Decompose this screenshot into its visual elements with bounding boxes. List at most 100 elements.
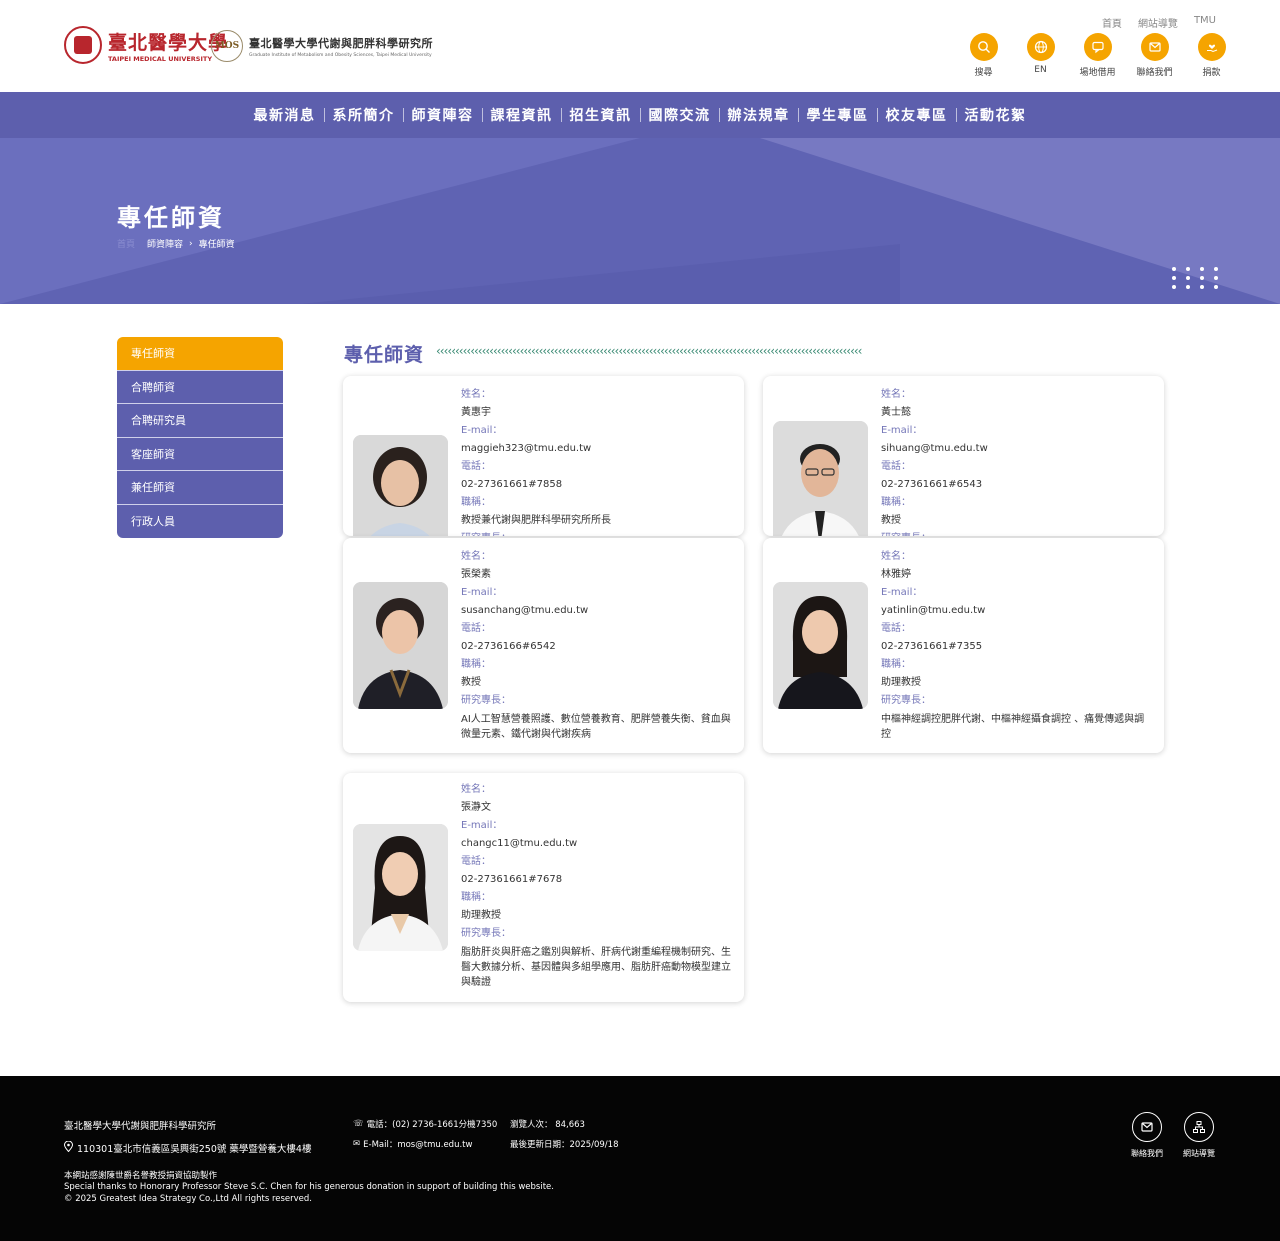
faculty-expertise: AI人工智慧營養照護、數位營養教育、肥胖營養失衡、貧血與微量元素、鐵代謝與代謝疾… bbox=[461, 714, 731, 740]
quick-venue-button[interactable]: 場地借用 bbox=[1069, 33, 1126, 78]
faculty-name: 張瀞文 bbox=[461, 802, 491, 813]
faculty-expertise: 中樞神經調控肥胖代謝、中樞神經攝食調控 、痛覺傳遞與調控 bbox=[881, 714, 1145, 740]
quick-contact-label: 聯絡我們 bbox=[1136, 68, 1173, 78]
tmu-logo[interactable]: 臺北醫學大學 TAIPEI MEDICAL UNIVERSITY bbox=[64, 26, 228, 64]
name-label: 姓名： bbox=[461, 784, 491, 795]
envelope-icon: ✉ bbox=[353, 1139, 361, 1149]
nav-item-international[interactable]: 國際交流 bbox=[641, 105, 719, 125]
faculty-email[interactable]: changc11@tmu.edu.tw bbox=[461, 835, 733, 853]
email-label: E-mail： bbox=[881, 587, 923, 598]
footer-address-row: 110301臺北市信義區吳興街250號 藥學暨營養大樓4樓 bbox=[63, 1140, 311, 1155]
faculty-phone: 02-2736166#6542 bbox=[461, 641, 556, 652]
page-banner: 專任師資 首頁 師資陣容 › 專任師資 bbox=[0, 138, 1280, 304]
faculty-card[interactable]: 姓名： 林雅婷 E-mail： yatinlin@tmu.edu.tw 電話： … bbox=[763, 538, 1164, 753]
faculty-name: 黃士懿 bbox=[881, 407, 911, 418]
top-links: 首頁 網站導覽 TMU bbox=[1102, 15, 1216, 30]
quick-links: 搜尋 EN 場地借用 聯絡我們 捐款 bbox=[955, 33, 1240, 78]
nav-item-courses[interactable]: 課程資訊 bbox=[483, 105, 561, 125]
sidebar-item-adjunct[interactable]: 兼任師資 bbox=[117, 471, 283, 505]
sidebar-item-visiting[interactable]: 客座師資 bbox=[117, 437, 283, 471]
faculty-title: 教授 bbox=[881, 515, 901, 526]
chevron-divider-icon: ‹‹‹‹‹‹‹‹‹‹‹‹‹‹‹‹‹‹‹‹‹‹‹‹‹‹‹‹‹‹‹‹‹‹‹‹‹‹‹‹… bbox=[436, 344, 862, 358]
faculty-photo bbox=[353, 582, 448, 709]
footer-updated: 最後更新日期：2025/09/18 bbox=[510, 1140, 619, 1150]
expertise-label: 研究專長： bbox=[881, 695, 931, 706]
faculty-card[interactable]: 姓名： 黃惠宇 E-mail： maggieh323@tmu.edu.tw 電話… bbox=[343, 376, 744, 536]
institute-name-cn: 臺北醫學大學代謝與肥胖科學研究所 bbox=[249, 36, 433, 50]
quick-donate-button[interactable]: 捐款 bbox=[1183, 33, 1240, 78]
toplink-home[interactable]: 首頁 bbox=[1102, 15, 1122, 30]
faculty-title: 教授 bbox=[461, 677, 481, 688]
expertise-label: 研究專長： bbox=[461, 928, 511, 939]
nav-item-alumni[interactable]: 校友專區 bbox=[878, 105, 956, 125]
expertise-label: 研究專長： bbox=[461, 695, 511, 706]
quick-search-button[interactable]: 搜尋 bbox=[955, 33, 1012, 78]
chevron-right-icon: › bbox=[189, 238, 193, 249]
faculty-phone: 02-27361661#7858 bbox=[461, 479, 563, 490]
institute-logo[interactable]: MOS 臺北醫學大學代謝與肥胖科學研究所 Graduate Institute … bbox=[211, 30, 433, 62]
footer-email[interactable]: E-Mail：mos@tmu.edu.tw bbox=[363, 1138, 472, 1150]
quick-en-button[interactable]: EN bbox=[1012, 33, 1069, 78]
faculty-name: 黃惠宇 bbox=[461, 407, 491, 418]
mail-icon bbox=[1132, 1112, 1162, 1142]
breadcrumb-home[interactable]: 首頁 bbox=[117, 237, 135, 250]
name-label: 姓名： bbox=[461, 551, 491, 562]
sidebar-item-admin[interactable]: 行政人員 bbox=[117, 504, 283, 538]
nav-item-admissions[interactable]: 招生資訊 bbox=[562, 105, 640, 125]
nav-item-regulations[interactable]: 辦法規章 bbox=[720, 105, 798, 125]
footer-sitemap-button[interactable]: 網站導覽 bbox=[1183, 1112, 1215, 1159]
footer-copyright: © 2025 Greatest Idea Strategy Co.,Ltd Al… bbox=[64, 1194, 313, 1204]
nav-item-about[interactable]: 系所簡介 bbox=[325, 105, 403, 125]
quick-search-label: 搜尋 bbox=[974, 68, 993, 78]
breadcrumb-faculty[interactable]: 師資陣容 bbox=[147, 237, 183, 250]
faculty-phone: 02-27361661#7355 bbox=[881, 641, 983, 652]
phone-label: 電話： bbox=[461, 461, 491, 472]
faculty-email[interactable]: maggieh323@tmu.edu.tw bbox=[461, 440, 733, 458]
toplink-sitemap[interactable]: 網站導覽 bbox=[1138, 15, 1178, 30]
faculty-name: 林雅婷 bbox=[881, 569, 911, 580]
faculty-card[interactable]: 姓名： 張瀞文 E-mail： changc11@tmu.edu.tw 電話： … bbox=[343, 773, 744, 1002]
footer-contact-button[interactable]: 聯絡我們 bbox=[1131, 1112, 1163, 1159]
faculty-card[interactable]: 姓名： 張榮素 E-mail： susanchang@tmu.edu.tw 電話… bbox=[343, 538, 744, 753]
name-label: 姓名： bbox=[461, 389, 491, 400]
faculty-photo bbox=[773, 582, 868, 709]
phone-label: 電話： bbox=[461, 623, 491, 634]
title-label: 職稱： bbox=[461, 497, 491, 508]
section-title: 專任師資 bbox=[344, 344, 425, 366]
footer-sitemap-label: 網站導覽 bbox=[1183, 1149, 1215, 1158]
nav-item-events[interactable]: 活動花絮 bbox=[957, 105, 1035, 125]
faculty-email[interactable]: susanchang@tmu.edu.tw bbox=[461, 602, 733, 620]
email-label: E-mail： bbox=[461, 587, 503, 598]
nav-item-news[interactable]: 最新消息 bbox=[246, 105, 324, 125]
faculty-phone: 02-27361661#7678 bbox=[461, 874, 563, 885]
faculty-email[interactable]: yatinlin@tmu.edu.tw bbox=[881, 602, 1153, 620]
sidebar-item-joint-researcher[interactable]: 合聘研究員 bbox=[117, 404, 283, 438]
name-label: 姓名： bbox=[881, 551, 911, 562]
email-label: E-mail： bbox=[461, 820, 503, 831]
faculty-phone: 02-27361661#6543 bbox=[881, 479, 983, 490]
quick-contact-button[interactable]: 聯絡我們 bbox=[1126, 33, 1183, 78]
footer-credit-cn: 本網站感謝陳世爵名譽教授捐資協助製作 bbox=[64, 1171, 218, 1181]
title-label: 職稱： bbox=[461, 892, 491, 903]
location-pin-icon bbox=[63, 1140, 74, 1155]
faculty-title: 助理教授 bbox=[461, 910, 501, 921]
site-footer: 臺北醫學大學代謝與肥胖科學研究所 110301臺北市信義區吳興街250號 藥學暨… bbox=[0, 1076, 1280, 1241]
faculty-name: 張榮素 bbox=[461, 569, 491, 580]
nav-item-faculty[interactable]: 師資陣容 bbox=[404, 105, 482, 125]
tmu-name-cn: 臺北醫學大學 bbox=[108, 31, 229, 54]
quick-venue-label: 場地借用 bbox=[1079, 68, 1116, 78]
nav-item-students[interactable]: 學生專區 bbox=[799, 105, 877, 125]
tmu-name-en: TAIPEI MEDICAL UNIVERSITY bbox=[108, 54, 213, 63]
tmu-seal-icon bbox=[64, 26, 102, 64]
faculty-card[interactable]: 姓名： 黃士懿 E-mail： sihuang@tmu.edu.tw 電話： 0… bbox=[763, 376, 1164, 536]
sidebar-item-fulltime[interactable]: 專任師資 bbox=[117, 337, 283, 371]
footer-institute: 臺北醫學大學代謝與肥胖科學研究所 bbox=[64, 1121, 217, 1132]
faculty-photo bbox=[353, 824, 448, 951]
footer-visitors: 瀏覽人次： 84,663 bbox=[510, 1120, 585, 1130]
page-title: 專任師資 bbox=[117, 204, 225, 232]
faculty-email[interactable]: sihuang@tmu.edu.tw bbox=[881, 440, 1153, 458]
donate-icon bbox=[1197, 33, 1226, 61]
toplink-tmu[interactable]: TMU bbox=[1194, 15, 1216, 30]
dots-decoration-icon bbox=[1172, 267, 1220, 293]
sidebar-item-joint[interactable]: 合聘師資 bbox=[117, 370, 283, 404]
